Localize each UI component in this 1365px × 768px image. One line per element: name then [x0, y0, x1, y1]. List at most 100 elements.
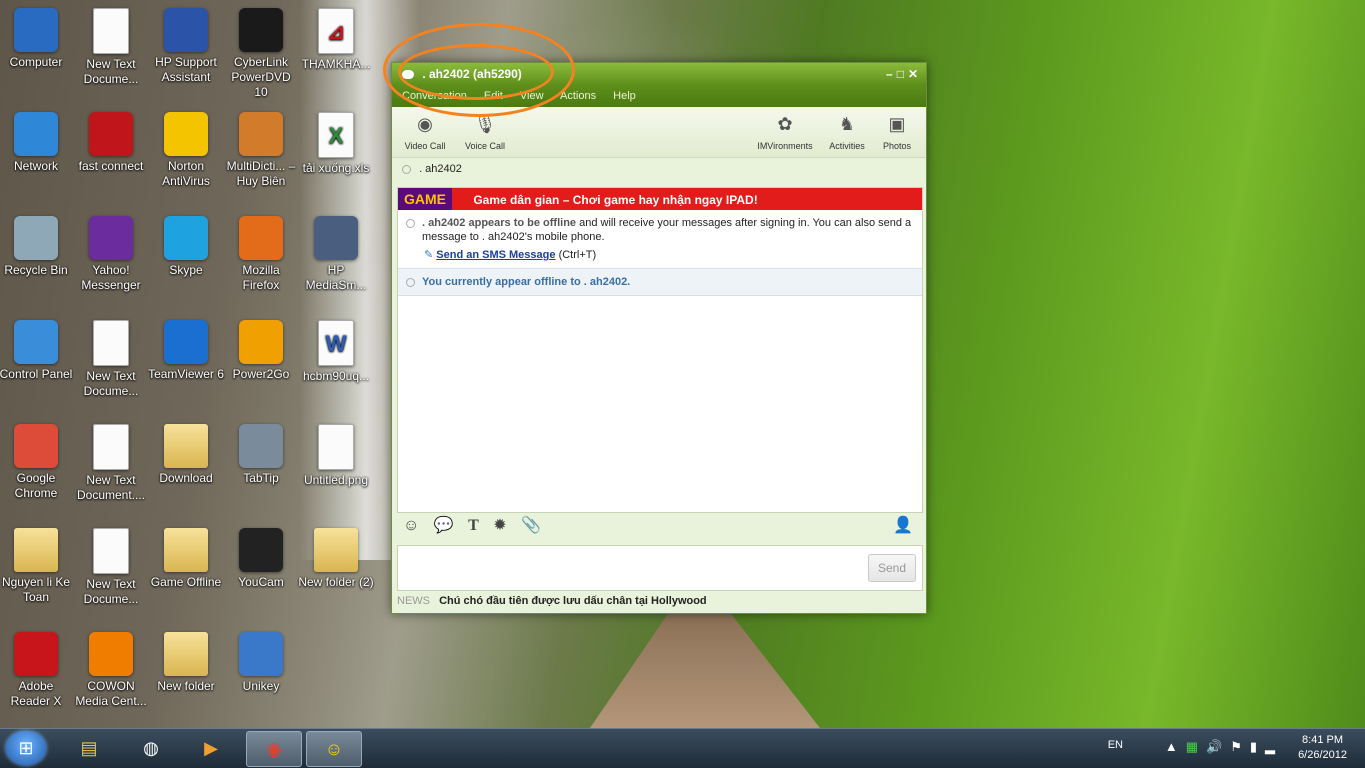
- clock-date: 6/26/2012: [1298, 749, 1347, 761]
- desktop-icon[interactable]: fast connect: [73, 112, 149, 174]
- desktop-icon[interactable]: Nguyen li Ke Toan: [0, 528, 74, 605]
- audible-icon[interactable]: 💬: [434, 517, 454, 534]
- desktop-icon[interactable]: TabTip: [223, 424, 299, 486]
- desktop-icon[interactable]: Network: [0, 112, 74, 174]
- imvironments-button[interactable]: ✿ IMVironments: [754, 111, 816, 152]
- desktop-icon[interactable]: Mozilla Firefox: [223, 216, 299, 293]
- emoticon-icon[interactable]: ☺: [403, 517, 419, 534]
- imvironments-label: IMVironments: [757, 141, 813, 151]
- cowon-icon: [89, 632, 133, 676]
- action-center-flag-icon[interactable]: ⚑: [1230, 739, 1250, 754]
- desktop-icon[interactable]: Adobe Reader X: [0, 632, 74, 709]
- network-meter-icon[interactable]: ▦: [1186, 739, 1206, 754]
- attach-file-icon[interactable]: 📎: [521, 517, 541, 534]
- language-indicator[interactable]: EN: [1108, 739, 1123, 751]
- contact-details-icon[interactable]: 👤: [893, 515, 913, 535]
- desktop-icon[interactable]: Untitled.png: [298, 424, 374, 488]
- volume-icon[interactable]: 🔊: [1206, 739, 1230, 754]
- maximize-icon[interactable]: □: [897, 67, 908, 81]
- desktop-icon-label: Mozilla Firefox: [242, 263, 280, 292]
- desktop-icon[interactable]: Computer: [0, 8, 74, 70]
- start-button[interactable]: ⊞: [6, 731, 46, 765]
- desktop-icon-label: Control Panel: [0, 367, 73, 381]
- menu-actions[interactable]: Actions: [560, 90, 596, 102]
- clock[interactable]: 8:41 PM 6/26/2012: [1298, 733, 1347, 763]
- desktop-icon-label: New folder (2): [298, 575, 374, 589]
- desktop-icon[interactable]: MultiDicti... – Huy Biên: [223, 112, 299, 189]
- multidictionary-icon: [239, 112, 283, 156]
- desktop-icon-label: Power2Go: [232, 367, 290, 381]
- news-ticker[interactable]: NEWS Chú chó đầu tiên được lưu dấu chân …: [397, 592, 921, 610]
- desktop-icon[interactable]: COWON Media Cent...: [73, 632, 149, 709]
- desktop-icon[interactable]: CyberLink PowerDVD 10: [223, 8, 299, 100]
- desktop-icon[interactable]: TeamViewer 6: [148, 320, 224, 382]
- desktop-icon[interactable]: New Text Docume...: [73, 528, 149, 607]
- norton-icon: [164, 112, 208, 156]
- desktop-icon[interactable]: New folder: [148, 632, 224, 694]
- yahoo-messenger-icon: ☺: [324, 738, 344, 759]
- unikey-icon: [239, 632, 283, 676]
- desktop-icon[interactable]: Skype: [148, 216, 224, 278]
- desktop-icon[interactable]: New folder (2): [298, 528, 374, 590]
- taskbar-media-player[interactable]: ▶: [184, 731, 238, 765]
- text-format-icon[interactable]: T: [468, 517, 479, 534]
- fast-connect-icon: [89, 112, 133, 156]
- desktop-icon[interactable]: Game Offline: [148, 528, 224, 590]
- signal-icon[interactable]: ▂: [1265, 739, 1283, 754]
- ad-text: Game dân gian – Chơi game hay nhận ngay …: [473, 193, 758, 207]
- taskbar-explorer[interactable]: ▤: [62, 731, 116, 765]
- power-icon[interactable]: ▮: [1250, 739, 1265, 754]
- desktop-icon[interactable]: New Text Docume...: [73, 8, 149, 87]
- desktop-icon[interactable]: Norton AntiVirus: [148, 112, 224, 189]
- activities-button[interactable]: ♞ Activities: [822, 111, 872, 152]
- minimize-icon[interactable]: –: [886, 67, 897, 81]
- desktop-icon-label: New Text Docume...: [83, 577, 139, 606]
- message-input[interactable]: [402, 550, 856, 588]
- desktop-icon[interactable]: New Text Docume...: [73, 320, 149, 399]
- text-document-icon: [93, 424, 129, 470]
- desktop-icon[interactable]: New Text Document....: [73, 424, 149, 503]
- desktop-icon[interactable]: Xtải xuống.xls: [298, 112, 374, 176]
- desktop-icon[interactable]: Recycle Bin: [0, 216, 74, 278]
- send-button[interactable]: Send: [868, 554, 916, 582]
- photos-button[interactable]: ▣ Photos: [872, 111, 922, 152]
- desktop-icon[interactable]: YouCam: [223, 528, 299, 590]
- desktop-icon-label: Download: [159, 471, 213, 485]
- activities-label: Activities: [829, 141, 865, 151]
- desktop-icon[interactable]: Power2Go: [223, 320, 299, 382]
- taskbar-yahoo-messenger[interactable]: ☺: [306, 731, 362, 767]
- video-call-button[interactable]: ◉ Video Call: [400, 111, 450, 152]
- message-input-area: Send: [397, 545, 923, 591]
- desktop-icon-label: Norton AntiVirus: [162, 159, 210, 188]
- desktop-icon[interactable]: Google Chrome: [0, 424, 74, 501]
- show-hidden-icons-icon[interactable]: ▲: [1165, 739, 1186, 754]
- info-dot-icon: [406, 278, 415, 287]
- taskbar-ea-games[interactable]: ◍: [124, 731, 178, 765]
- desktop-icon[interactable]: Unikey: [223, 632, 299, 694]
- sms-phone-icon: ✎: [424, 249, 434, 261]
- contact-header[interactable]: . ah2402: [392, 158, 926, 180]
- message-history[interactable]: GAME Game dân gian – Chơi game hay nhận …: [397, 187, 923, 513]
- offline-notice: . ah2402 appears to be offline and will …: [398, 210, 922, 268]
- taskbar-chrome[interactable]: ◉: [246, 731, 302, 767]
- menu-help[interactable]: Help: [613, 90, 636, 102]
- ad-banner[interactable]: GAME Game dân gian – Chơi game hay nhận …: [398, 188, 922, 210]
- desktop-icon[interactable]: ⊿ THAMKHA...: [298, 8, 374, 72]
- close-icon[interactable]: ✕: [908, 67, 922, 81]
- desktop-icon-label: Yahoo! Messenger: [81, 263, 141, 292]
- desktop-icon[interactable]: HP Support Assistant: [148, 8, 224, 85]
- desktop-icon[interactable]: HP MediaSm...: [298, 216, 374, 293]
- sms-shortcut: (Ctrl+T): [558, 249, 597, 261]
- voice-call-label: Voice Call: [464, 141, 506, 151]
- desktop-icon-label: TeamViewer 6: [148, 367, 224, 381]
- taskbar: ⊞ ▤ ◍ ▶ ◉ ☺ EN ▲▦🔊⚑▮▂ 8:41 PM 6/26/2012: [0, 728, 1365, 768]
- voice-call-button[interactable]: 🎙 Voice Call: [460, 111, 510, 152]
- desktop-icon[interactable]: Control Panel: [0, 320, 74, 382]
- desktop-icon[interactable]: Download: [148, 424, 224, 486]
- status-notice: You currently appear offline to . ah2402…: [398, 268, 922, 296]
- imvironment-gear-icon[interactable]: ✹: [493, 517, 506, 534]
- ea-games-icon: ◍: [143, 737, 159, 758]
- send-sms-link[interactable]: Send an SMS Message: [436, 249, 555, 261]
- desktop-icon[interactable]: Yahoo! Messenger: [73, 216, 149, 293]
- desktop-icon[interactable]: Whcbm90uq...: [298, 320, 374, 384]
